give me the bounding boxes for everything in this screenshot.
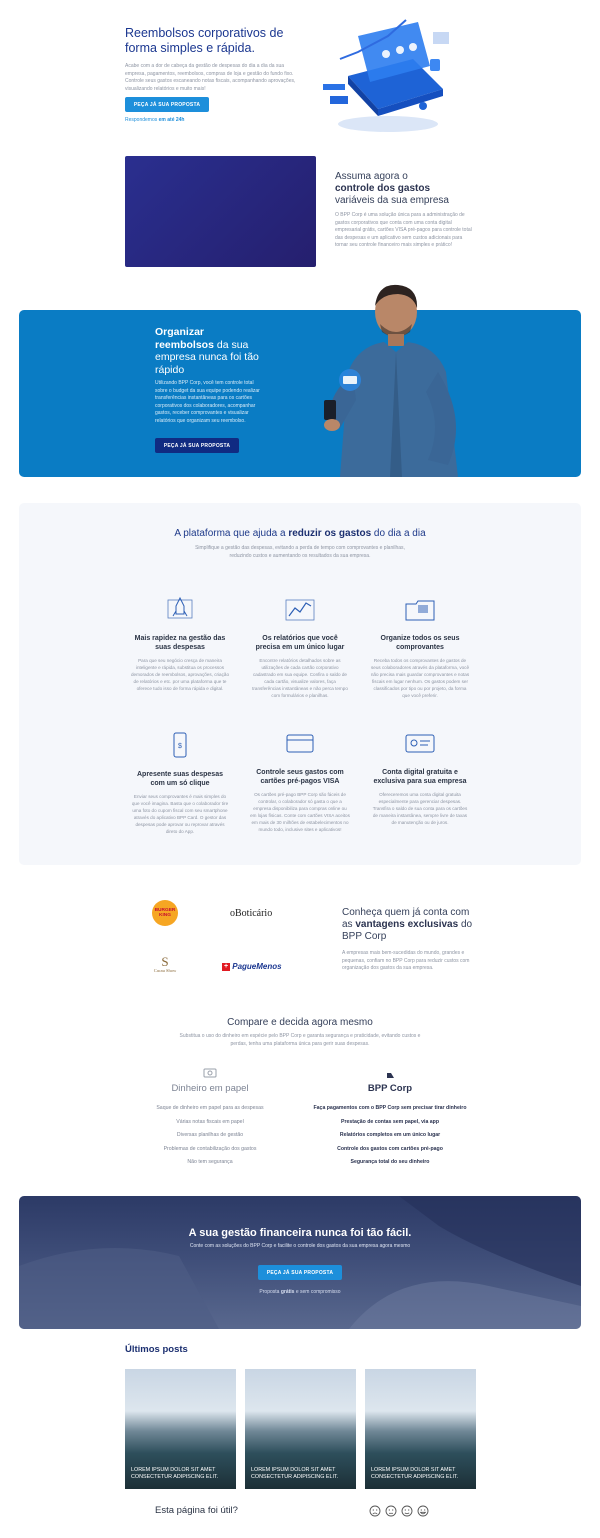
list-item: Faça pagamentos com o BPP Corp sem preci… <box>313 1105 467 1111</box>
folder-icon <box>405 600 435 621</box>
control-section-description: O BPP Corp é uma solução única para a ad… <box>335 212 472 248</box>
reimbursement-banner <box>19 310 581 477</box>
feature-description: Enviar seus comprovantes é mais simples … <box>131 794 229 834</box>
list-item: Problemas de contabilização dos gastos <box>163 1145 257 1152</box>
list-item: Relatórios completos em um único lugar <box>339 1132 441 1138</box>
hero-title: Reembolsos corporativos de forma simples… <box>125 26 284 55</box>
cash-icon <box>203 1068 217 1078</box>
clients-description: A empresas mais bem-sucedidas do mundo, … <box>342 950 470 971</box>
feature-card: Os relatórios que você precisa em um úni… <box>250 594 350 699</box>
banner-proposal-button[interactable]: PEÇA JÁ SUA PROPOSTA <box>155 438 239 453</box>
feature-description: Para que seu negócio cresça de maneira i… <box>130 658 230 691</box>
feature-title: Controle seus gastos com cartões pré-pag… <box>256 769 344 785</box>
burger-king-logo: BURGER KING <box>152 900 178 926</box>
feature-title: Organize todos os seus comprovantes <box>380 635 460 651</box>
feature-card: Organize todos os seus comprovantes Rece… <box>370 594 470 699</box>
feedback-faces <box>369 1505 429 1517</box>
control-section-title: Assuma agora o controle dos gastos variá… <box>335 171 449 206</box>
rocket-icon <box>167 596 193 619</box>
list-item: Prestação de contas sem papel, via app <box>340 1118 440 1125</box>
smile-face-icon[interactable] <box>401 1505 413 1517</box>
posts-title: Últimos posts <box>125 1344 188 1355</box>
man-with-phone-image <box>324 284 458 477</box>
feature-card: $ Apresente suas despesas com um só cliq… <box>130 730 230 835</box>
oboticario-logo: oBoticário <box>230 908 273 919</box>
hero-response-note: Respondemos em até 24h <box>125 117 185 123</box>
post-card[interactable]: LOREM IPSUM DOLOR SIT AMET CONSECTETUR A… <box>125 1369 236 1489</box>
list-item: Várias notas fiscais em papel <box>176 1118 244 1125</box>
list-item: Segurança total do seu dinheiro <box>350 1159 430 1165</box>
clients-title: Conheça quem já conta com as vantagens e… <box>342 907 473 942</box>
background-hands-image <box>19 1196 581 1329</box>
cacau-show-logo: S Cacau Show <box>153 954 177 973</box>
feature-card: Mais rapidez na gestão das suas despesas… <box>130 594 230 692</box>
svg-text:$: $ <box>178 743 182 750</box>
feedback-label: Esta página foi útil? <box>155 1505 238 1516</box>
paper-money-column: Dinheiro em papel Saque de dinheiro em p… <box>125 1065 295 1170</box>
pague-menos-logo: + PagueMenos <box>222 962 282 971</box>
column-title: Dinheiro em papel <box>171 1083 249 1094</box>
bpp-corp-column: BPP Corp Faça pagamentos com o BPP Corp … <box>305 1065 475 1170</box>
final-cta-banner <box>19 1196 581 1329</box>
feature-description: Receba todos os comprovantes de gastos d… <box>370 658 470 698</box>
compare-subtitle: Substitua o uso do dinheiro em espécie p… <box>179 1033 421 1047</box>
feature-card: Conta digital gratuita e exclusiva para … <box>370 728 470 826</box>
feature-description: Ofereceremos uma conta digital gratuita … <box>372 792 468 825</box>
banner-description: Utilizando BPP Corp, você tem controle t… <box>155 380 260 424</box>
video-panel[interactable] <box>125 156 316 267</box>
list-item: Controle dos gastos com cartões pré-pago <box>337 1145 443 1152</box>
final-cta-subtitle: Conte com as soluções do BPP Corp e faci… <box>189 1243 411 1249</box>
hero-description: Acabe com a dor de cabeça da gestão de d… <box>125 63 296 92</box>
list-item: Saque de dinheiro em papel para as despe… <box>156 1105 264 1111</box>
id-card-icon <box>405 734 435 753</box>
feature-description: Os cartões pré-pago BPP Corp são fáceis … <box>250 792 350 832</box>
phone-icon: $ <box>173 732 187 758</box>
list-item: Não tem segurança <box>187 1159 233 1165</box>
feature-title: Conta digital gratuita e exclusiva para … <box>373 769 467 785</box>
neutral-face-icon[interactable] <box>385 1505 397 1517</box>
chart-icon <box>285 599 315 621</box>
bpp-logo-icon <box>387 1067 394 1078</box>
post-title[interactable]: LOREM IPSUM DOLOR SIT AMET CONSECTETUR A… <box>251 1467 351 1481</box>
feature-title: Mais rapidez na gestão das suas despesas <box>134 635 226 651</box>
feature-description: Encontre relatórios detalhados sobre as … <box>252 658 348 698</box>
feature-title: Os relatórios que você precisa em um úni… <box>255 635 345 651</box>
feature-card: Controle seus gastos com cartões pré-pag… <box>250 728 350 833</box>
post-title[interactable]: LOREM IPSUM DOLOR SIT AMET CONSECTETUR A… <box>131 1467 231 1481</box>
column-title: BPP Corp <box>367 1083 413 1094</box>
hero-proposal-button[interactable]: PEÇA JÁ SUA PROPOSTA <box>125 97 209 112</box>
platform-subtitle: Simplifique a gestão das despesas, evita… <box>195 545 405 559</box>
post-title[interactable]: LOREM IPSUM DOLOR SIT AMET CONSECTETUR A… <box>371 1467 471 1481</box>
final-cta-note: Proposta grátis e sem compromisso <box>259 1289 341 1295</box>
very-sad-face-icon[interactable] <box>369 1505 381 1517</box>
final-cta-title: A sua gestão financeira nunca foi tão fá… <box>188 1227 412 1239</box>
list-item: Diversas planilhas de gestão <box>176 1132 244 1138</box>
happy-face-icon[interactable] <box>417 1505 429 1517</box>
hero-illustration <box>323 19 449 132</box>
post-card[interactable]: LOREM IPSUM DOLOR SIT AMET CONSECTETUR A… <box>365 1369 476 1489</box>
platform-title: A plataforma que ajuda a reduzir os gast… <box>174 528 426 539</box>
banner-title: Organizar reembolsos da sua empresa nunc… <box>155 326 259 376</box>
final-proposal-button[interactable]: PEÇA JÁ SUA PROPOSTA <box>258 1265 342 1280</box>
card-icon <box>286 734 314 753</box>
compare-title: Compare e decida agora mesmo <box>227 1017 373 1028</box>
feature-title: Apresente suas despesas com um só clique <box>137 771 223 787</box>
post-card[interactable]: LOREM IPSUM DOLOR SIT AMET CONSECTETUR A… <box>245 1369 356 1489</box>
